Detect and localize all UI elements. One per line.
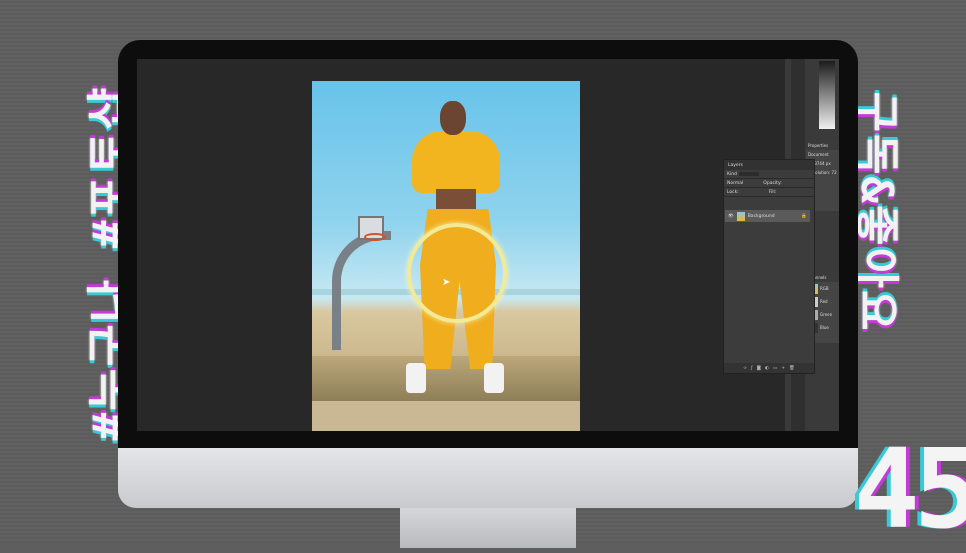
hoop-pole: [332, 231, 391, 350]
cursor-icon: ➤: [442, 277, 451, 288]
layer-name[interactable]: Background: [748, 214, 775, 219]
layer-row[interactable]: 👁 Background 🔒: [725, 210, 810, 222]
layers-panel: Layers Kind Normal Opacity: Lock: Fill: 👁 …: [723, 159, 815, 374]
hoop-rim: [364, 233, 386, 241]
mask-icon[interactable]: ◙: [757, 366, 761, 371]
imac-monitor: ➤ Properties Document W: 3744 px Resolut…: [118, 40, 858, 548]
photoshop-screen: ➤ Properties Document W: 3744 px Resolut…: [137, 59, 839, 431]
new-layer-icon[interactable]: +: [781, 366, 785, 371]
opacity-label: Opacity:: [763, 180, 782, 186]
properties-doc: Document: [808, 152, 829, 157]
cursor-highlight-ring: [407, 223, 507, 323]
fill-label: Fill:: [768, 189, 777, 195]
layers-footer: ∞ ƒ ◙ ◐ ▭ + 🗑: [724, 363, 814, 373]
channel-label: Blue: [820, 325, 829, 330]
gradient-swatch: [819, 61, 835, 129]
fx-icon[interactable]: ƒ: [751, 366, 753, 371]
adjustment-icon[interactable]: ◐: [765, 366, 769, 371]
blend-mode[interactable]: Normal: [727, 181, 743, 186]
layers-kind: Kind: [727, 171, 737, 177]
folder-icon[interactable]: ▭: [773, 366, 777, 371]
model-midriff: [436, 189, 476, 211]
layers-title[interactable]: Layers: [724, 160, 814, 170]
filter-field[interactable]: [738, 172, 759, 176]
layers-filter-row[interactable]: Kind: [724, 170, 814, 179]
eye-icon[interactable]: 👁: [728, 214, 734, 219]
trash-icon[interactable]: 🗑: [789, 366, 795, 371]
lock-label: Lock:: [727, 189, 739, 195]
hoodie: [412, 131, 500, 193]
properties-title[interactable]: Properties: [806, 141, 839, 150]
right-overlay-text: 구독&좋아요: [851, 91, 902, 333]
right-boot: [484, 363, 504, 393]
monitor-chin: [118, 448, 858, 508]
layers-mode-row[interactable]: Normal Opacity:: [724, 179, 814, 188]
channel-label: Red: [820, 299, 828, 304]
layer-thumbnail: [736, 211, 745, 221]
left-boot: [406, 363, 426, 393]
link-icon[interactable]: ∞: [743, 366, 747, 371]
lock-icon: 🔒: [801, 213, 807, 219]
model-head: [440, 101, 466, 135]
channel-label: RGB: [820, 286, 829, 291]
episode-number: 45: [853, 425, 966, 553]
monitor-stand: [400, 508, 576, 548]
channel-label: Green: [820, 312, 833, 317]
layers-lock-row[interactable]: Lock: Fill:: [724, 188, 814, 197]
